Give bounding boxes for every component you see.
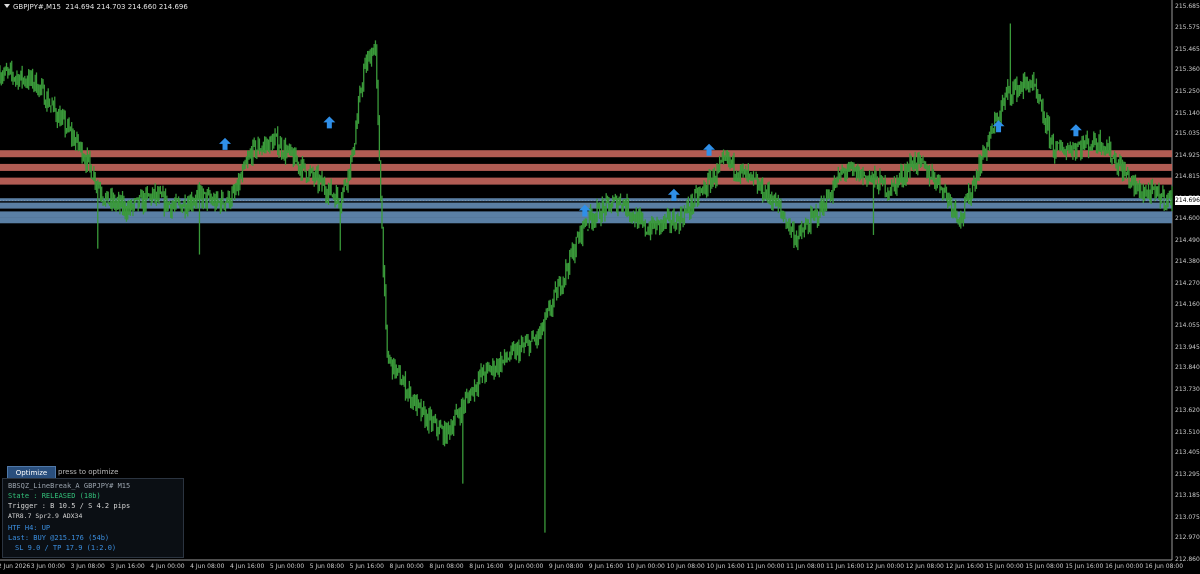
time-tick-label: 4 Jun 16:00 bbox=[230, 563, 265, 570]
time-tick-label: 8 Jun 16:00 bbox=[469, 563, 504, 570]
current-price-tag: 214.696 bbox=[1175, 196, 1200, 205]
time-tick-label: 8 Jun 00:00 bbox=[389, 563, 424, 570]
time-tick-label: 3 Jun 16:00 bbox=[110, 563, 145, 570]
symbol-label: GBPJPY#,M15 bbox=[13, 3, 61, 11]
price-tick-label: 214.380 bbox=[1175, 258, 1200, 266]
price-tick-label: 215.465 bbox=[1175, 45, 1200, 53]
time-tick-label: 11 Jun 08:00 bbox=[786, 563, 825, 570]
chart-window[interactable]: GBPJPY#,M15 214.694 214.703 214.660 214.… bbox=[0, 0, 1200, 574]
time-tick-label: 16 Jun 08:00 bbox=[1144, 563, 1184, 570]
time-tick-label: 5 Jun 16:00 bbox=[349, 563, 384, 570]
price-tick-label: 215.250 bbox=[1175, 88, 1200, 96]
ea-info-panel: BBSQZ_LineBreak_A GBPJPY# M15 State : RE… bbox=[2, 478, 184, 558]
state-text: State : RELEASED (18b) bbox=[8, 492, 101, 500]
time-tick-label: 15 Jun 16:00 bbox=[1065, 563, 1104, 570]
htf-text: HTF H4: UP bbox=[8, 524, 51, 532]
time-tick-label: 2 Jun 2026 bbox=[0, 563, 31, 570]
chevron-down-icon[interactable] bbox=[4, 4, 10, 8]
time-tick-label: 11 Jun 00:00 bbox=[746, 563, 785, 570]
buy-arrow-icon bbox=[323, 116, 336, 129]
time-tick-label: 12 Jun 16:00 bbox=[945, 563, 984, 570]
price-tick-label: 215.685 bbox=[1175, 2, 1200, 10]
time-tick-label: 8 Jun 08:00 bbox=[429, 563, 464, 570]
price-tick-label: 215.035 bbox=[1175, 130, 1200, 138]
price-tick-label: 214.815 bbox=[1175, 173, 1200, 181]
candle-series bbox=[0, 23, 1173, 533]
resistance-band-2 bbox=[0, 177, 1172, 185]
price-tick-label: 214.925 bbox=[1175, 151, 1200, 159]
price-tick-label: 215.140 bbox=[1175, 109, 1200, 117]
buy-arrow-icon bbox=[1069, 124, 1082, 137]
price-tick-label: 214.160 bbox=[1175, 301, 1200, 309]
time-tick-label: 10 Jun 00:00 bbox=[626, 563, 665, 570]
price-tick-label: 214.055 bbox=[1175, 322, 1200, 329]
chart-title-bar: GBPJPY#,M15 214.694 214.703 214.660 214.… bbox=[4, 3, 188, 11]
price-tick-label: 214.600 bbox=[1175, 215, 1200, 223]
time-tick-label: 9 Jun 00:00 bbox=[509, 563, 544, 570]
time-tick-label: 9 Jun 08:00 bbox=[548, 563, 584, 570]
price-tick-label: 213.075 bbox=[1175, 513, 1200, 521]
price-tick-label: 215.360 bbox=[1175, 66, 1200, 74]
price-tick-label: 215.575 bbox=[1175, 24, 1200, 32]
price-tick-label: 213.510 bbox=[1175, 428, 1200, 436]
price-tick-label: 213.185 bbox=[1175, 492, 1200, 500]
sltp-text: SL 9.0 / TP 17.9 (1:2.0) bbox=[15, 544, 117, 552]
price-tick-label: 213.730 bbox=[1175, 385, 1200, 393]
price-tick-label: 214.270 bbox=[1175, 279, 1200, 287]
price-tick-label: 212.860 bbox=[1175, 556, 1200, 563]
buy-arrow-icon bbox=[219, 137, 232, 150]
time-tick-label: 15 Jun 08:00 bbox=[1025, 563, 1064, 570]
time-tick-label: 4 Jun 08:00 bbox=[190, 563, 225, 570]
time-tick-label: 16 Jun 00:00 bbox=[1105, 563, 1144, 570]
atr-text: ATR8.7 Spr2.9 ADX34 bbox=[8, 512, 83, 520]
time-tick-label: 5 Jun 08:00 bbox=[309, 563, 345, 570]
last-trade-text: Last: BUY @215.176 (54b) bbox=[8, 534, 110, 542]
time-tick-label: 3 Jun 08:00 bbox=[70, 563, 105, 570]
price-tick-label: 213.840 bbox=[1175, 364, 1200, 372]
time-tick-label: 9 Jun 16:00 bbox=[588, 563, 624, 570]
support-band-3 bbox=[0, 217, 1172, 224]
price-tick-label: 213.620 bbox=[1175, 407, 1200, 415]
price-tick-label: 213.405 bbox=[1175, 449, 1200, 457]
time-tick-label: 15 Jun 00:00 bbox=[985, 563, 1024, 570]
time-tick-label: 12 Jun 08:00 bbox=[905, 563, 944, 570]
time-tick-label: 5 Jun 00:00 bbox=[269, 563, 305, 570]
optimize-hint: press to optimize bbox=[58, 468, 119, 476]
price-tick-label: 212.970 bbox=[1175, 534, 1200, 542]
time-tick-label: 3 Jun 00:00 bbox=[30, 563, 66, 570]
time-tick-label: 10 Jun 16:00 bbox=[706, 563, 745, 570]
time-tick-label: 12 Jun 00:00 bbox=[865, 563, 905, 570]
price-tick-label: 214.490 bbox=[1175, 236, 1200, 244]
resistance-band-0 bbox=[0, 150, 1172, 158]
time-tick-label: 4 Jun 00:00 bbox=[150, 563, 185, 570]
price-tick-label: 213.295 bbox=[1175, 470, 1200, 478]
time-tick-label: 11 Jun 16:00 bbox=[826, 563, 865, 570]
panel-title: BBSQZ_LineBreak_A GBPJPY# M15 bbox=[8, 482, 131, 490]
ohlc-readout: 214.694 214.703 214.660 214.696 bbox=[65, 3, 188, 11]
resistance-band-1 bbox=[0, 163, 1172, 171]
price-tick-label: 213.945 bbox=[1175, 343, 1200, 351]
time-tick-label: 10 Jun 08:00 bbox=[666, 563, 705, 570]
trigger-text: Trigger : B 10.5 / S 4.2 pips bbox=[8, 502, 131, 510]
